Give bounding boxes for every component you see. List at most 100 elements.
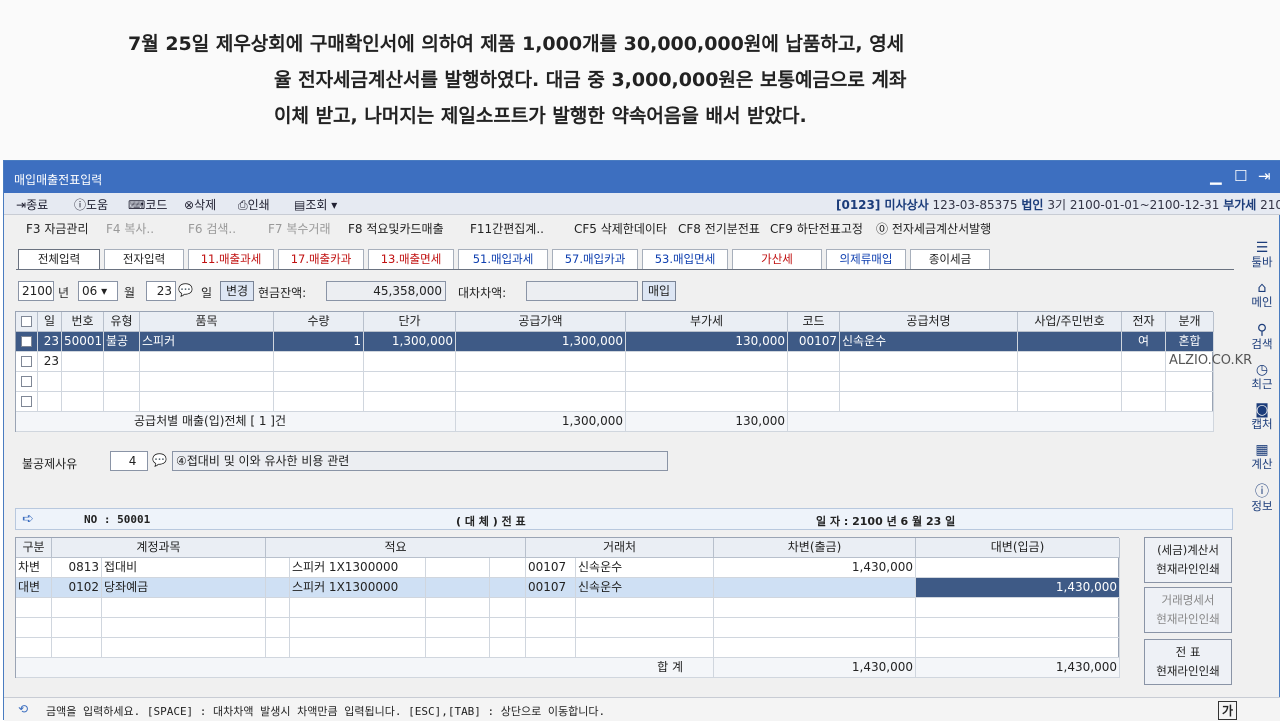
delete-button[interactable]: ⊗삭제 xyxy=(184,196,216,213)
cell-day[interactable]: 23 xyxy=(38,332,62,352)
cell-account-code[interactable]: 0102 xyxy=(52,578,102,598)
tab-penalty[interactable]: 가산세 xyxy=(732,249,822,269)
select-all-header xyxy=(16,312,38,332)
row-checkbox[interactable] xyxy=(21,396,32,407)
row-checkbox[interactable] xyxy=(21,356,32,367)
print-button[interactable]: ⎙인쇄 xyxy=(238,196,270,213)
sidebar-item-recent[interactable]: ◷ 최근 xyxy=(1244,363,1280,391)
exit-icon[interactable]: ⇥ xyxy=(1258,167,1271,185)
cell-partner-code[interactable]: 00107 xyxy=(526,578,576,598)
fkey-summary[interactable]: F11간편집계.. xyxy=(470,220,544,237)
reason-code-field[interactable]: 4 xyxy=(110,451,148,471)
fkey-memo[interactable]: F8 적요및카드매출 xyxy=(348,220,444,237)
voucher-print-button[interactable]: 전 표 현재라인인쇄 xyxy=(1144,639,1232,685)
fkey-einvoice[interactable]: ⓪ 전자세금계산서발행 xyxy=(876,220,991,237)
col-supply: 공급가액 xyxy=(456,312,626,332)
minimize-icon[interactable]: ▁ xyxy=(1210,167,1222,185)
cell-day[interactable]: 23 xyxy=(38,352,62,372)
month-select[interactable]: 06 ▾ xyxy=(78,281,118,301)
row-checkbox[interactable] xyxy=(21,336,32,347)
sidebar-item-calc[interactable]: ▦ 계산 xyxy=(1244,443,1280,471)
cell-debit[interactable]: 1,430,000 xyxy=(714,558,916,578)
question-text: 7월 25일 제우상회에 구매확인서에 의하여 제품 1,000개를 30,00… xyxy=(0,0,1280,160)
cell-credit[interactable] xyxy=(916,558,1120,578)
reason-lookup-icon[interactable]: 💬 xyxy=(152,453,167,467)
cell-account[interactable]: 접대비 xyxy=(102,558,266,578)
maximize-icon[interactable]: ☐ xyxy=(1234,167,1247,185)
col-div: 구분 xyxy=(16,538,52,558)
cell-journal[interactable]: 혼합 xyxy=(1166,332,1214,352)
sidebar-item-capture[interactable]: ◙ 캡처 xyxy=(1244,403,1280,431)
cell-memo[interactable]: 스피커 1X1300000 xyxy=(290,558,426,578)
cell-item[interactable]: 스피커 xyxy=(140,332,274,352)
tab-purchase-card[interactable]: 57.매입카과 xyxy=(552,249,638,269)
tab-deemed[interactable]: 의제류매입 xyxy=(826,249,906,269)
change-button[interactable]: 변경 xyxy=(220,281,254,301)
cell-elec[interactable]: 여 xyxy=(1122,332,1166,352)
total-supply: 1,300,000 xyxy=(456,412,626,432)
cell-supply[interactable]: 1,300,000 xyxy=(456,332,626,352)
purchase-button[interactable]: 매입 xyxy=(642,281,676,301)
invoice-print-button[interactable]: (세금)계산서 현재라인인쇄 xyxy=(1144,537,1232,583)
year-field[interactable]: 2100 xyxy=(18,281,54,301)
month-label: 월 xyxy=(124,286,136,300)
sidebar-item-toolbar[interactable]: ☰ 툴바 xyxy=(1244,241,1280,269)
cell-div[interactable]: 대변 xyxy=(16,578,52,598)
tab-purchase-tax[interactable]: 51.매입과세 xyxy=(458,249,548,269)
cell-price[interactable]: 1,300,000 xyxy=(364,332,456,352)
tab-all[interactable]: 전체입력 xyxy=(18,249,100,270)
cell-div[interactable]: 차변 xyxy=(16,558,52,578)
tab-electronic[interactable]: 전자입력 xyxy=(104,249,184,269)
fkey-copy[interactable]: F4 복사.. xyxy=(106,220,154,237)
menu-icon: ☰ xyxy=(1255,240,1269,256)
tab-sales-exempt[interactable]: 13.매출면세 xyxy=(368,249,454,269)
help-button[interactable]: ⓘ도움 xyxy=(74,196,108,213)
day-field[interactable]: 23 xyxy=(146,281,176,301)
fkey-search[interactable]: F6 검색.. xyxy=(188,220,236,237)
cell-qty[interactable]: 1 xyxy=(274,332,364,352)
cell-bizno[interactable] xyxy=(1018,332,1122,352)
fkey-multi[interactable]: F7 복수거래 xyxy=(268,220,331,237)
fkey-fix[interactable]: CF9 하단전표고정 xyxy=(770,220,863,237)
sum-credit: 1,430,000 xyxy=(916,658,1120,678)
select-all-checkbox[interactable] xyxy=(21,316,32,327)
journal-date: 일 자 : 2100 년 6 월 23 일 xyxy=(816,515,956,528)
tab-sales-card[interactable]: 17.매출카과 xyxy=(278,249,364,269)
col-code: 코드 xyxy=(788,312,840,332)
reason-text: ④접대비 및 이와 유사한 비용 관련 xyxy=(172,451,668,471)
code-button[interactable]: ⌨코드 xyxy=(128,196,167,213)
sidebar-item-info[interactable]: ⓘ 정보 xyxy=(1244,485,1280,513)
col-price: 단가 xyxy=(364,312,456,332)
fkey-prior[interactable]: CF8 전기분전표 xyxy=(678,220,760,237)
tab-paper[interactable]: 종이세금 xyxy=(910,249,990,269)
cell-vat[interactable]: 130,000 xyxy=(626,332,788,352)
day-lookup-icon[interactable]: 💬 xyxy=(178,283,193,297)
total-vat: 130,000 xyxy=(626,412,788,432)
cell-partner[interactable]: 신속운수 xyxy=(576,558,714,578)
lookup-button[interactable]: ▤조회 ▾ xyxy=(294,196,337,213)
sidebar-item-main[interactable]: ⌂ 메인 xyxy=(1244,281,1280,309)
cell-no[interactable]: 50001 xyxy=(62,332,104,352)
tab-purchase-exempt[interactable]: 53.매입면세 xyxy=(642,249,728,269)
cell-partner[interactable]: 신속운수 xyxy=(576,578,714,598)
cell-credit[interactable]: 1,430,000 xyxy=(916,578,1120,598)
cell-partner-code[interactable]: 00107 xyxy=(526,558,576,578)
row-checkbox[interactable] xyxy=(21,376,32,387)
title-bar: 매입매출전표입력 ▁ ☐ ⇥ xyxy=(4,161,1280,193)
cell-account[interactable]: 당좌예금 xyxy=(102,578,266,598)
tab-sales-tax[interactable]: 11.매출과세 xyxy=(188,249,274,269)
statement-print-button[interactable]: 거래명세서 현재라인인쇄 xyxy=(1144,587,1232,633)
cell-kind[interactable]: 불공 xyxy=(104,332,140,352)
cash-balance: 45,358,000 xyxy=(326,281,446,301)
cell-vendor[interactable]: 신속운수 xyxy=(840,332,1018,352)
fkey-deleted[interactable]: CF5 삭제한데이타 xyxy=(574,220,667,237)
close-button[interactable]: ⇥종료 xyxy=(16,196,48,213)
fkey-fund[interactable]: F3 자금관리 xyxy=(26,220,89,237)
ime-indicator[interactable]: 가 xyxy=(1218,701,1238,720)
cell-memo[interactable]: 스피커 1X1300000 xyxy=(290,578,426,598)
cell-debit[interactable] xyxy=(714,578,916,598)
cell-account-code[interactable]: 0813 xyxy=(52,558,102,578)
sidebar-item-search[interactable]: ⚲ 검색 xyxy=(1244,323,1280,351)
col-day: 일 xyxy=(38,312,62,332)
cell-code[interactable]: 00107 xyxy=(788,332,840,352)
